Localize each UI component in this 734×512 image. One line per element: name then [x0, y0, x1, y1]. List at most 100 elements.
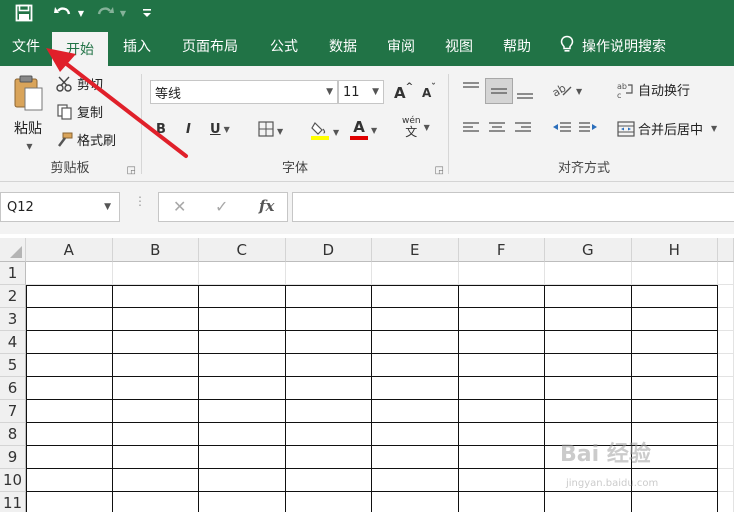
worksheet-cell[interactable] — [285, 377, 372, 400]
worksheet-cell[interactable] — [285, 423, 372, 446]
worksheet-cell[interactable] — [199, 492, 286, 512]
worksheet-cell[interactable] — [372, 423, 459, 446]
worksheet-cell[interactable] — [372, 262, 459, 285]
worksheet-cell[interactable] — [112, 423, 199, 446]
formula-input[interactable] — [292, 192, 734, 222]
worksheet-cell[interactable] — [459, 492, 545, 512]
worksheet-cell[interactable] — [545, 354, 632, 377]
worksheet-cell[interactable] — [26, 492, 113, 512]
worksheet-cell[interactable] — [199, 285, 286, 308]
column-header[interactable]: F — [458, 238, 545, 262]
worksheet-cell[interactable] — [26, 262, 113, 285]
paste-button[interactable]: 粘贴 ▼ — [8, 74, 48, 154]
worksheet-cell[interactable] — [285, 446, 372, 469]
tab-help[interactable]: 帮助 — [488, 26, 546, 66]
worksheet-cell[interactable] — [718, 262, 734, 285]
column-header[interactable]: H — [631, 238, 718, 262]
worksheet-cell[interactable] — [631, 285, 718, 308]
worksheet-cell[interactable] — [26, 285, 113, 308]
underline-button[interactable]: U ▼ — [210, 122, 230, 137]
tab-formulas[interactable]: 公式 — [254, 26, 314, 66]
worksheet-cell[interactable] — [631, 400, 718, 423]
worksheet-cell[interactable] — [372, 446, 459, 469]
worksheet-cell[interactable] — [458, 423, 545, 446]
tab-insert[interactable]: 插入 — [108, 26, 166, 66]
worksheet-cell[interactable] — [718, 469, 734, 492]
worksheet-cell[interactable] — [458, 331, 545, 354]
worksheet-cell[interactable] — [112, 262, 199, 285]
column-header[interactable] — [718, 238, 734, 262]
orientation-button[interactable]: ab ▼ — [550, 80, 582, 102]
worksheet-cell[interactable] — [112, 285, 199, 308]
grow-font-button[interactable]: A ^ — [394, 82, 413, 102]
worksheet-cell[interactable] — [718, 331, 734, 354]
worksheet-cell[interactable] — [286, 492, 372, 512]
worksheet-cell[interactable] — [285, 331, 372, 354]
tab-file[interactable]: 文件 — [0, 26, 52, 66]
worksheet-cell[interactable] — [631, 308, 718, 331]
worksheet-cell[interactable] — [285, 400, 372, 423]
row-header[interactable]: 4 — [0, 331, 26, 354]
worksheet-cell[interactable] — [458, 308, 545, 331]
worksheet-cell[interactable] — [26, 469, 113, 492]
worksheet-cell[interactable] — [372, 492, 459, 512]
worksheet-cell[interactable] — [199, 262, 286, 285]
worksheet-cell[interactable] — [285, 354, 372, 377]
formula-bar-grip-icon[interactable]: ⋮ — [134, 195, 146, 207]
worksheet-cell[interactable] — [112, 400, 199, 423]
align-top-button[interactable] — [461, 80, 481, 98]
align-middle-button[interactable] — [485, 78, 513, 104]
worksheet-cell[interactable] — [458, 469, 545, 492]
worksheet-cell[interactable] — [632, 492, 718, 512]
column-header[interactable]: D — [285, 238, 372, 262]
cancel-entry-icon[interactable]: ✕ — [173, 197, 186, 216]
bold-button[interactable]: B — [156, 122, 166, 137]
worksheet-cell[interactable] — [26, 377, 113, 400]
worksheet-cell[interactable] — [458, 446, 545, 469]
font-name-combobox[interactable]: 等线 ▼ — [150, 80, 338, 104]
worksheet-cell[interactable] — [26, 446, 113, 469]
align-bottom-button[interactable] — [515, 84, 535, 102]
dialog-launcher-icon[interactable]: ◲ — [127, 165, 136, 176]
cut-button[interactable]: 剪切 — [56, 74, 103, 93]
customize-qat-icon[interactable] — [140, 0, 154, 26]
worksheet-cell[interactable] — [718, 492, 734, 512]
increase-indent-button[interactable] — [577, 120, 599, 136]
worksheet-cell[interactable] — [285, 469, 372, 492]
row-header[interactable]: 3 — [0, 308, 26, 331]
worksheet-cell[interactable] — [112, 331, 199, 354]
worksheet-cell[interactable] — [26, 400, 113, 423]
undo-dropdown-icon[interactable]: ▼ — [76, 0, 86, 26]
column-header[interactable]: A — [26, 238, 113, 262]
worksheet-cell[interactable] — [631, 331, 718, 354]
column-header[interactable]: B — [112, 238, 199, 262]
copy-button[interactable]: 复制 — [56, 102, 103, 121]
worksheet-cell[interactable] — [199, 423, 286, 446]
worksheet-cell[interactable] — [458, 285, 545, 308]
tell-me-search[interactable]: 操作说明搜索 — [546, 26, 666, 66]
worksheet-cell[interactable] — [718, 377, 734, 400]
worksheet-cell[interactable] — [26, 308, 113, 331]
row-header[interactable]: 9 — [0, 446, 26, 469]
worksheet-cell[interactable] — [199, 377, 286, 400]
save-icon[interactable] — [12, 0, 36, 26]
align-right-button[interactable] — [513, 120, 533, 136]
worksheet-cell[interactable] — [112, 354, 199, 377]
worksheet-cell[interactable] — [372, 354, 459, 377]
undo-icon[interactable] — [52, 0, 74, 26]
dialog-launcher-icon[interactable]: ◲ — [435, 165, 444, 176]
worksheet-cell[interactable] — [372, 377, 459, 400]
worksheet-cell[interactable] — [113, 492, 199, 512]
worksheet-cell[interactable] — [718, 446, 734, 469]
worksheet-cell[interactable] — [372, 331, 459, 354]
worksheet-cell[interactable] — [545, 308, 632, 331]
wrap-text-button[interactable]: ab c 自动换行 — [617, 80, 690, 100]
worksheet-cell[interactable] — [112, 446, 199, 469]
paste-dropdown-icon[interactable]: ▼ — [26, 142, 32, 151]
worksheet-cell[interactable] — [545, 400, 632, 423]
worksheet-cell[interactable] — [112, 469, 199, 492]
worksheet-cell[interactable] — [545, 377, 632, 400]
worksheet-cell[interactable] — [545, 285, 632, 308]
worksheet-cell[interactable] — [372, 469, 459, 492]
worksheet-cell[interactable] — [199, 400, 286, 423]
